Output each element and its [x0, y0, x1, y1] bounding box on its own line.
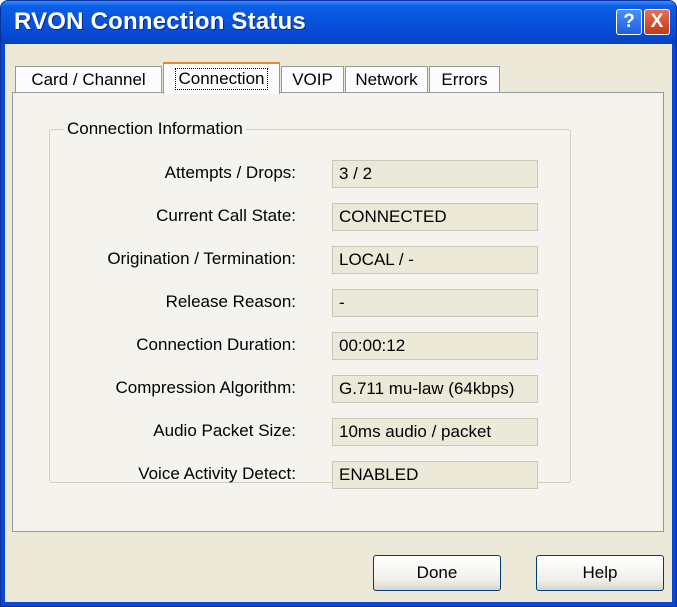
- tab-errors[interactable]: Errors: [429, 66, 500, 92]
- tab-label: Card / Channel: [31, 69, 146, 89]
- tab-label: Connection: [175, 68, 268, 90]
- call-state-value: CONNECTED: [332, 203, 538, 231]
- compression-value: G.711 mu-law (64kbps): [332, 375, 538, 403]
- connection-duration-label: Connection Duration:: [136, 335, 296, 354]
- group-title: Connection Information: [64, 119, 246, 139]
- connection-info-group: Connection Information Attempts / Drops:…: [49, 119, 571, 489]
- close-icon[interactable]: X: [644, 9, 670, 35]
- release-reason-value: -: [332, 289, 538, 317]
- packet-size-value: 10ms audio / packet: [332, 418, 538, 446]
- done-button[interactable]: Done: [373, 555, 501, 591]
- tab-label: VOIP: [292, 69, 333, 89]
- vad-label: Voice Activity Detect:: [138, 464, 296, 483]
- connection-duration-value: 00:00:12: [332, 332, 538, 360]
- tab-label: Network: [355, 69, 418, 89]
- compression-label: Compression Algorithm:: [115, 378, 296, 397]
- release-reason-label: Release Reason:: [165, 292, 296, 311]
- window-title: RVON Connection Status: [14, 8, 306, 35]
- help-icon[interactable]: ?: [616, 9, 642, 35]
- dialog-body: Card / Channel Connection VOIP Network E…: [5, 44, 672, 602]
- tab-label: Errors: [441, 69, 488, 89]
- attempts-drops-label: Attempts / Drops:: [164, 163, 296, 182]
- dialog-window: RVON Connection Status ? X Card / Channe…: [0, 0, 677, 607]
- vad-value: ENABLED: [332, 461, 538, 489]
- origination-label: Origination / Termination:: [107, 249, 296, 268]
- tab-panel: Connection Information Attempts / Drops:…: [12, 92, 664, 532]
- packet-size-label: Audio Packet Size:: [153, 421, 296, 440]
- tab-card-channel[interactable]: Card / Channel: [15, 66, 162, 92]
- tab-network[interactable]: Network: [345, 66, 428, 92]
- attempts-drops-value: 3 / 2: [332, 160, 538, 188]
- origination-value: LOCAL / -: [332, 246, 538, 274]
- call-state-label: Current Call State:: [156, 206, 296, 225]
- tab-connection[interactable]: Connection: [163, 62, 280, 94]
- help-button[interactable]: Help: [536, 555, 664, 591]
- title-bar[interactable]: RVON Connection Status ? X: [1, 1, 676, 44]
- tab-voip[interactable]: VOIP: [281, 66, 344, 92]
